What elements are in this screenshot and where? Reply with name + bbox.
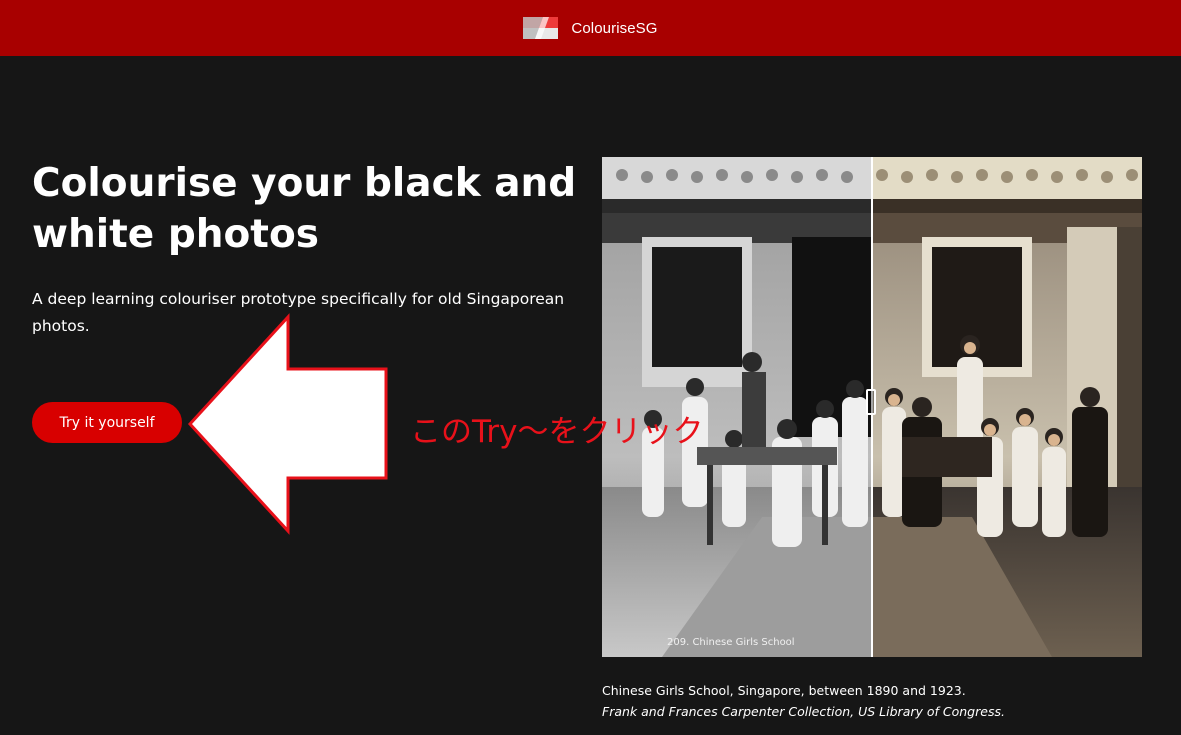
singapore-flag-icon [523,17,559,39]
brand[interactable]: ColouriseSG [523,17,657,39]
photo-caption: Chinese Girls School, Singapore, between… [602,680,1162,722]
photo-inscription: 209. Chinese Girls School [667,637,795,648]
hero-description: A deep learning colouriser prototype spe… [32,290,565,335]
caption-description: Chinese Girls School, Singapore, between… [602,683,966,698]
drag-handle-icon[interactable] [866,389,876,415]
photo-compare-slider[interactable]: 209. Chinese Girls School [602,157,1142,657]
brand-name: ColouriseSG [571,19,658,37]
annotation-label: このTry～をクリック [410,414,704,450]
top-bar: ColouriseSG [0,0,1181,56]
caption-credit: Frank and Frances Carpenter Collection, … [602,704,1005,719]
page-title: Colourise your black and white photos [32,161,577,257]
try-it-yourself-button[interactable]: Try it yourself [32,402,182,443]
